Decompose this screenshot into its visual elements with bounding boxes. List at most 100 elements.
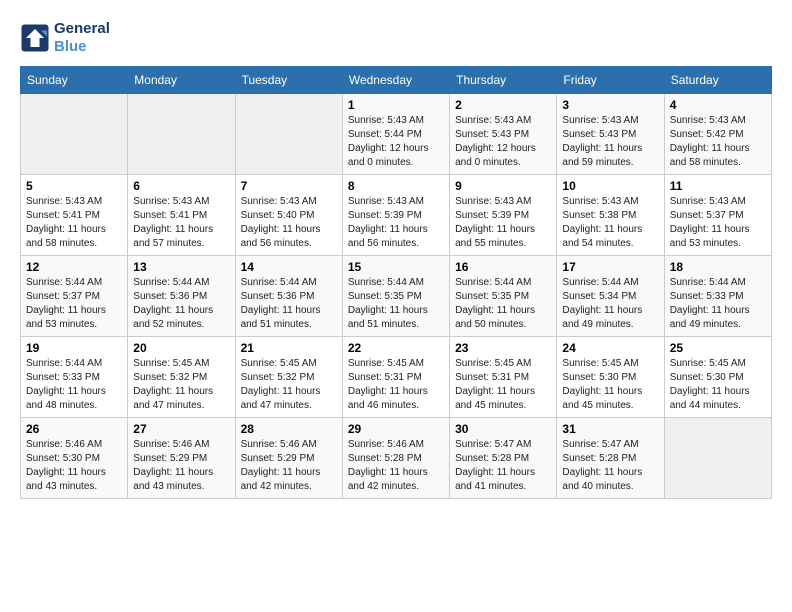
day-number: 12 (26, 260, 122, 274)
day-number: 3 (562, 98, 658, 112)
day-number: 2 (455, 98, 551, 112)
day-number: 31 (562, 422, 658, 436)
day-info: Sunrise: 5:43 AMSunset: 5:39 PMDaylight:… (348, 195, 444, 251)
day-info: Sunrise: 5:43 AMSunset: 5:38 PMDaylight:… (562, 195, 658, 251)
weekday-header-saturday: Saturday (664, 67, 771, 94)
logo: General Blue (20, 20, 110, 56)
day-info: Sunrise: 5:47 AMSunset: 5:28 PMDaylight:… (455, 438, 551, 494)
day-info: Sunrise: 5:45 AMSunset: 5:31 PMDaylight:… (348, 357, 444, 413)
day-info: Sunrise: 5:44 AMSunset: 5:36 PMDaylight:… (133, 276, 229, 332)
day-number: 25 (670, 341, 766, 355)
day-info: Sunrise: 5:43 AMSunset: 5:37 PMDaylight:… (670, 195, 766, 251)
day-info: Sunrise: 5:46 AMSunset: 5:29 PMDaylight:… (241, 438, 337, 494)
day-info: Sunrise: 5:43 AMSunset: 5:40 PMDaylight:… (241, 195, 337, 251)
calendar-cell: 23 Sunrise: 5:45 AMSunset: 5:31 PMDayligh… (450, 337, 557, 418)
day-info: Sunrise: 5:44 AMSunset: 5:33 PMDaylight:… (670, 276, 766, 332)
day-number: 11 (670, 179, 766, 193)
calendar-week-5: 26 Sunrise: 5:46 AMSunset: 5:30 PMDayligh… (21, 418, 772, 499)
day-number: 20 (133, 341, 229, 355)
calendar-header: SundayMondayTuesdayWednesdayThursdayFrid… (21, 67, 772, 94)
day-info: Sunrise: 5:45 AMSunset: 5:31 PMDaylight:… (455, 357, 551, 413)
page-header: General Blue (20, 20, 772, 56)
calendar-cell: 3 Sunrise: 5:43 AMSunset: 5:43 PMDaylight… (557, 94, 664, 175)
calendar-cell: 30 Sunrise: 5:47 AMSunset: 5:28 PMDayligh… (450, 418, 557, 499)
day-info: Sunrise: 5:44 AMSunset: 5:34 PMDaylight:… (562, 276, 658, 332)
day-number: 30 (455, 422, 551, 436)
calendar-cell: 8 Sunrise: 5:43 AMSunset: 5:39 PMDaylight… (342, 175, 449, 256)
day-number: 26 (26, 422, 122, 436)
day-info: Sunrise: 5:46 AMSunset: 5:30 PMDaylight:… (26, 438, 122, 494)
calendar-table: SundayMondayTuesdayWednesdayThursdayFrid… (20, 66, 772, 499)
day-number: 8 (348, 179, 444, 193)
day-info: Sunrise: 5:46 AMSunset: 5:28 PMDaylight:… (348, 438, 444, 494)
calendar-cell: 27 Sunrise: 5:46 AMSunset: 5:29 PMDayligh… (128, 418, 235, 499)
day-info: Sunrise: 5:43 AMSunset: 5:43 PMDaylight:… (455, 114, 551, 170)
day-number: 29 (348, 422, 444, 436)
day-number: 28 (241, 422, 337, 436)
calendar-cell: 9 Sunrise: 5:43 AMSunset: 5:39 PMDaylight… (450, 175, 557, 256)
calendar-cell: 25 Sunrise: 5:45 AMSunset: 5:30 PMDayligh… (664, 337, 771, 418)
calendar-cell: 19 Sunrise: 5:44 AMSunset: 5:33 PMDayligh… (21, 337, 128, 418)
calendar-cell: 26 Sunrise: 5:46 AMSunset: 5:30 PMDayligh… (21, 418, 128, 499)
day-number: 24 (562, 341, 658, 355)
calendar-cell (128, 94, 235, 175)
calendar-cell: 22Sunrise: 5:45 AMSunset: 5:31 PMDayligh… (342, 337, 449, 418)
weekday-header-sunday: Sunday (21, 67, 128, 94)
calendar-cell: 24 Sunrise: 5:45 AMSunset: 5:30 PMDayligh… (557, 337, 664, 418)
calendar-cell: 18 Sunrise: 5:44 AMSunset: 5:33 PMDayligh… (664, 256, 771, 337)
calendar-week-4: 19 Sunrise: 5:44 AMSunset: 5:33 PMDayligh… (21, 337, 772, 418)
day-number: 16 (455, 260, 551, 274)
calendar-cell (664, 418, 771, 499)
calendar-cell: 31 Sunrise: 5:47 AMSunset: 5:28 PMDayligh… (557, 418, 664, 499)
day-info: Sunrise: 5:43 AMSunset: 5:44 PMDaylight:… (348, 114, 444, 170)
day-number: 23 (455, 341, 551, 355)
day-number: 15 (348, 260, 444, 274)
day-number: 21 (241, 341, 337, 355)
calendar-cell: 21 Sunrise: 5:45 AMSunset: 5:32 PMDayligh… (235, 337, 342, 418)
calendar-cell: 6Sunrise: 5:43 AMSunset: 5:41 PMDaylight… (128, 175, 235, 256)
day-number: 9 (455, 179, 551, 193)
day-number: 19 (26, 341, 122, 355)
day-info: Sunrise: 5:44 AMSunset: 5:33 PMDaylight:… (26, 357, 122, 413)
day-info: Sunrise: 5:43 AMSunset: 5:39 PMDaylight:… (455, 195, 551, 251)
day-info: Sunrise: 5:46 AMSunset: 5:29 PMDaylight:… (133, 438, 229, 494)
day-number: 6 (133, 179, 229, 193)
calendar-cell: 15 Sunrise: 5:44 AMSunset: 5:35 PMDayligh… (342, 256, 449, 337)
calendar-cell (21, 94, 128, 175)
day-number: 5 (26, 179, 122, 193)
day-info: Sunrise: 5:47 AMSunset: 5:28 PMDaylight:… (562, 438, 658, 494)
day-number: 7 (241, 179, 337, 193)
logo-text-blue: Blue (54, 38, 110, 56)
day-info: Sunrise: 5:45 AMSunset: 5:32 PMDaylight:… (241, 357, 337, 413)
day-number: 18 (670, 260, 766, 274)
day-info: Sunrise: 5:45 AMSunset: 5:32 PMDaylight:… (133, 357, 229, 413)
calendar-cell: 20 Sunrise: 5:45 AMSunset: 5:32 PMDayligh… (128, 337, 235, 418)
calendar-cell: 10 Sunrise: 5:43 AMSunset: 5:38 PMDayligh… (557, 175, 664, 256)
weekday-header-friday: Friday (557, 67, 664, 94)
calendar-cell: 7 Sunrise: 5:43 AMSunset: 5:40 PMDaylight… (235, 175, 342, 256)
day-info: Sunrise: 5:44 AMSunset: 5:36 PMDaylight:… (241, 276, 337, 332)
calendar-cell (235, 94, 342, 175)
calendar-cell: 1Sunrise: 5:43 AMSunset: 5:44 PMDaylight… (342, 94, 449, 175)
calendar-cell: 28 Sunrise: 5:46 AMSunset: 5:29 PMDayligh… (235, 418, 342, 499)
day-number: 4 (670, 98, 766, 112)
weekday-header-tuesday: Tuesday (235, 67, 342, 94)
calendar-cell: 17Sunrise: 5:44 AMSunset: 5:34 PMDayligh… (557, 256, 664, 337)
day-info: Sunrise: 5:44 AMSunset: 5:35 PMDaylight:… (348, 276, 444, 332)
weekday-header-wednesday: Wednesday (342, 67, 449, 94)
day-info: Sunrise: 5:43 AMSunset: 5:43 PMDaylight:… (562, 114, 658, 170)
calendar-cell: 4 Sunrise: 5:43 AMSunset: 5:42 PMDaylight… (664, 94, 771, 175)
logo-icon (20, 23, 50, 53)
calendar-cell: 14 Sunrise: 5:44 AMSunset: 5:36 PMDayligh… (235, 256, 342, 337)
weekday-header-thursday: Thursday (450, 67, 557, 94)
day-info: Sunrise: 5:43 AMSunset: 5:42 PMDaylight:… (670, 114, 766, 170)
calendar-week-1: 1Sunrise: 5:43 AMSunset: 5:44 PMDaylight… (21, 94, 772, 175)
calendar-cell: 12 Sunrise: 5:44 AMSunset: 5:37 PMDayligh… (21, 256, 128, 337)
day-number: 14 (241, 260, 337, 274)
day-number: 27 (133, 422, 229, 436)
day-number: 10 (562, 179, 658, 193)
calendar-cell: 13Sunrise: 5:44 AMSunset: 5:36 PMDayligh… (128, 256, 235, 337)
day-info: Sunrise: 5:45 AMSunset: 5:30 PMDaylight:… (562, 357, 658, 413)
day-info: Sunrise: 5:44 AMSunset: 5:37 PMDaylight:… (26, 276, 122, 332)
day-info: Sunrise: 5:45 AMSunset: 5:30 PMDaylight:… (670, 357, 766, 413)
